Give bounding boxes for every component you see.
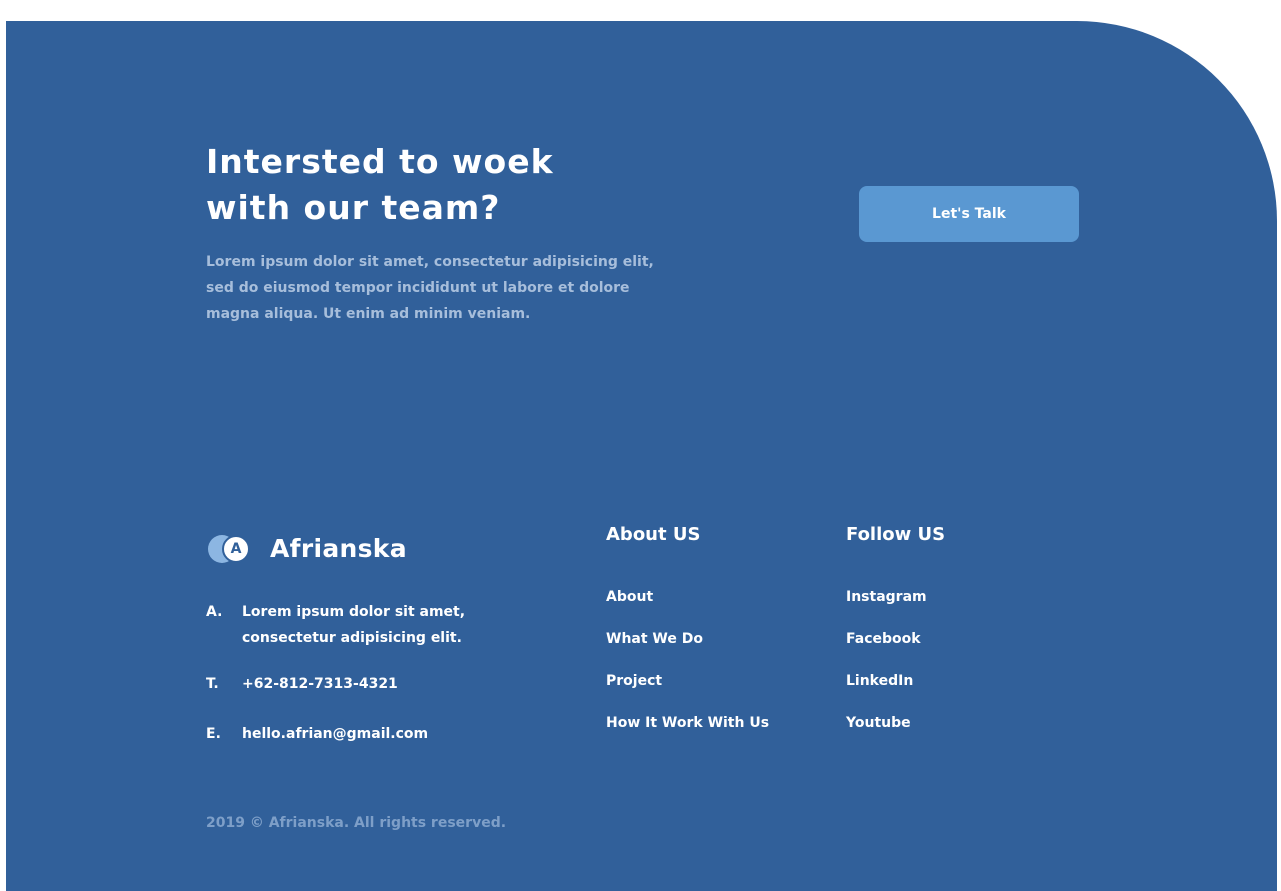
follow-heading: Follow US xyxy=(846,524,946,545)
cta-title-line-1: Intersted to woek xyxy=(206,142,554,181)
cta-title-line-2: with our team? xyxy=(206,188,501,227)
footer-panel: Intersted to woek with our team? Lorem i… xyxy=(6,21,1277,891)
about-link-item: About xyxy=(606,586,769,628)
link-project[interactable]: Project xyxy=(606,673,662,689)
lets-talk-button[interactable]: Let's Talk xyxy=(859,186,1079,242)
about-link-item: Project xyxy=(606,670,769,712)
cta-title: Intersted to woek with our team? xyxy=(206,139,626,231)
link-instagram[interactable]: Instagram xyxy=(846,589,927,605)
about-heading: About US xyxy=(606,524,701,545)
link-facebook[interactable]: Facebook xyxy=(846,631,921,647)
follow-link-item: Instagram xyxy=(846,586,927,628)
brand-name: Afrianska xyxy=(270,533,407,563)
email-key: E. xyxy=(206,726,221,742)
address-line-2: consectetur adipisicing elit. xyxy=(242,630,462,646)
contact-phone: T. +62-812-7313-4321 xyxy=(206,676,398,697)
address-value: Lorem ipsum dolor sit amet, consectetur … xyxy=(242,599,465,651)
link-linkedin[interactable]: LinkedIn xyxy=(846,673,913,689)
brand-logo-icon: A xyxy=(206,531,252,565)
follow-link-item: Youtube xyxy=(846,712,927,754)
address-line-1: Lorem ipsum dolor sit amet, xyxy=(242,604,466,620)
about-link-item: How It Work With Us xyxy=(606,712,769,754)
about-links: About What We Do Project How It Work Wit… xyxy=(606,586,769,754)
logo-front-circle: A xyxy=(222,535,250,563)
phone-value[interactable]: +62-812-7313-4321 xyxy=(242,671,398,697)
link-about[interactable]: About xyxy=(606,589,653,605)
cta-description: Lorem ipsum dolor sit amet, consectetur … xyxy=(206,254,654,322)
contact-address: A. Lorem ipsum dolor sit amet, consectet… xyxy=(206,604,465,651)
follow-link-item: LinkedIn xyxy=(846,670,927,712)
follow-link-item: Facebook xyxy=(846,628,927,670)
copyright-text: 2019 © Afrianska. All rights reserved. xyxy=(206,815,507,831)
link-how-it-work[interactable]: How It Work With Us xyxy=(606,715,769,731)
contact-email: E. hello.afrian@gmail.com xyxy=(206,726,428,747)
brand[interactable]: A Afrianska xyxy=(206,531,407,565)
link-youtube[interactable]: Youtube xyxy=(846,715,911,731)
about-link-item: What We Do xyxy=(606,628,769,670)
address-key: A. xyxy=(206,604,223,620)
link-what-we-do[interactable]: What We Do xyxy=(606,631,703,647)
phone-key: T. xyxy=(206,676,219,692)
follow-links: Instagram Facebook LinkedIn Youtube xyxy=(846,586,927,754)
email-value[interactable]: hello.afrian@gmail.com xyxy=(242,721,428,747)
